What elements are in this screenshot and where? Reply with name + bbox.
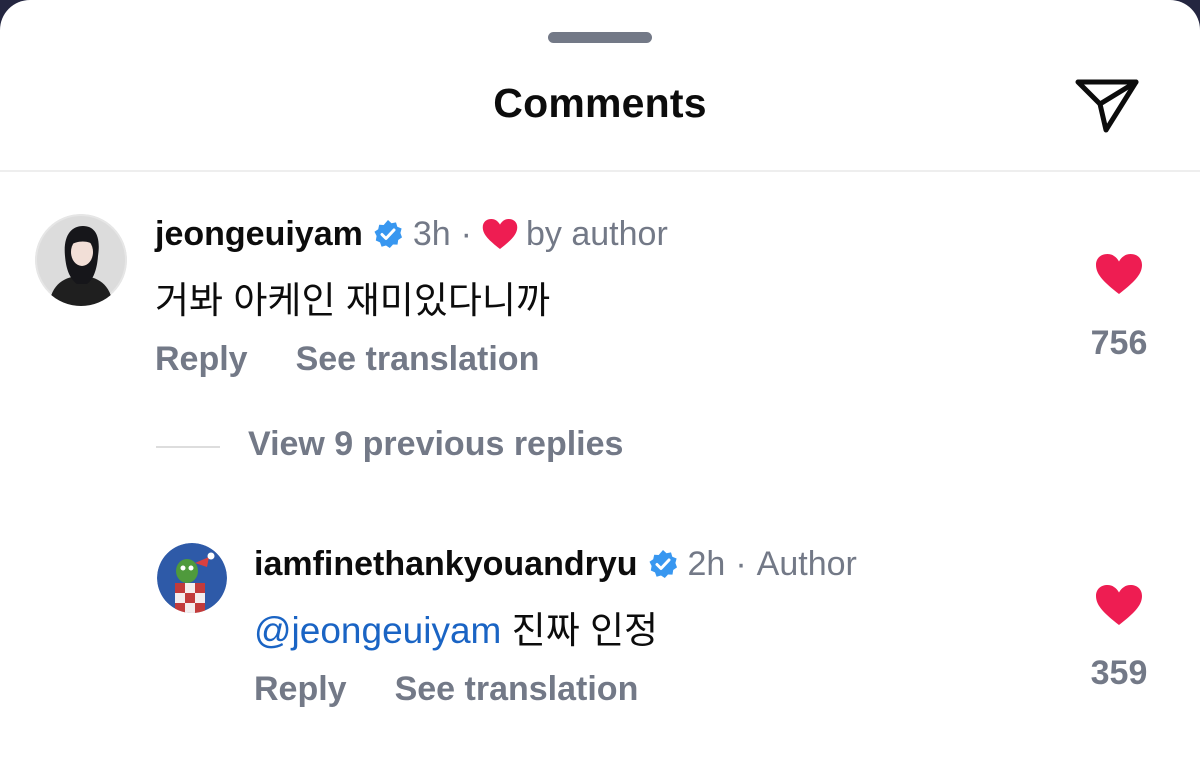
heart-icon <box>482 219 518 249</box>
avatar-iamfinethankyouandryu[interactable] <box>157 543 227 613</box>
reply-button[interactable]: Reply <box>155 340 248 378</box>
view-previous-replies-button[interactable]: View 9 previous replies <box>248 425 623 464</box>
sheet-title: Comments <box>493 80 707 126</box>
reply-body: 진짜 인정 <box>501 610 659 651</box>
comment-actions: Reply See translation <box>155 340 539 379</box>
reply-time: 2h <box>687 544 726 583</box>
reply-button[interactable]: Reply <box>254 670 347 708</box>
header-divider <box>0 170 1200 172</box>
meta-separator: · <box>460 214 472 253</box>
verified-badge-icon <box>649 550 677 578</box>
share-button[interactable] <box>1072 74 1142 136</box>
reply-mention-link[interactable]: @jeongeuiyam <box>254 610 501 651</box>
comment-like-count: 756 <box>1090 324 1148 362</box>
paper-plane-icon <box>1075 79 1139 133</box>
see-translation-button[interactable]: See translation <box>296 340 540 378</box>
reply-actions: Reply See translation <box>254 670 638 709</box>
liked-by-author-label: by author <box>526 214 668 253</box>
avatar-illustration <box>157 543 227 613</box>
reply-like-count: 359 <box>1090 654 1148 692</box>
author-tag: Author <box>756 544 857 583</box>
comment-username[interactable]: jeongeuiyam <box>155 215 363 254</box>
replies-divider <box>156 446 220 448</box>
reply-username[interactable]: iamfinethankyouandryu <box>254 545 638 584</box>
meta-separator: · <box>735 544 747 583</box>
heart-icon[interactable] <box>1095 253 1143 295</box>
verified-badge-icon <box>374 220 402 248</box>
comments-sheet: Comments jeongeuiyam 3h · by author 거봐 아… <box>0 0 1200 760</box>
reply-text: @jeongeuiyam 진짜 인정 <box>254 600 658 654</box>
see-translation-button[interactable]: See translation <box>395 670 639 708</box>
comment-text: 거봐 아케인 재미있다니까 <box>155 280 550 321</box>
comment-meta: jeongeuiyam 3h · by author <box>155 214 668 254</box>
heart-icon[interactable] <box>1095 584 1143 626</box>
avatar-photo <box>35 214 127 306</box>
avatar-jeongeuiyam[interactable] <box>35 214 127 306</box>
drag-handle[interactable] <box>548 32 652 43</box>
comment-time: 3h <box>412 214 451 253</box>
reply-meta: iamfinethankyouandryu 2h · Author <box>254 544 857 584</box>
